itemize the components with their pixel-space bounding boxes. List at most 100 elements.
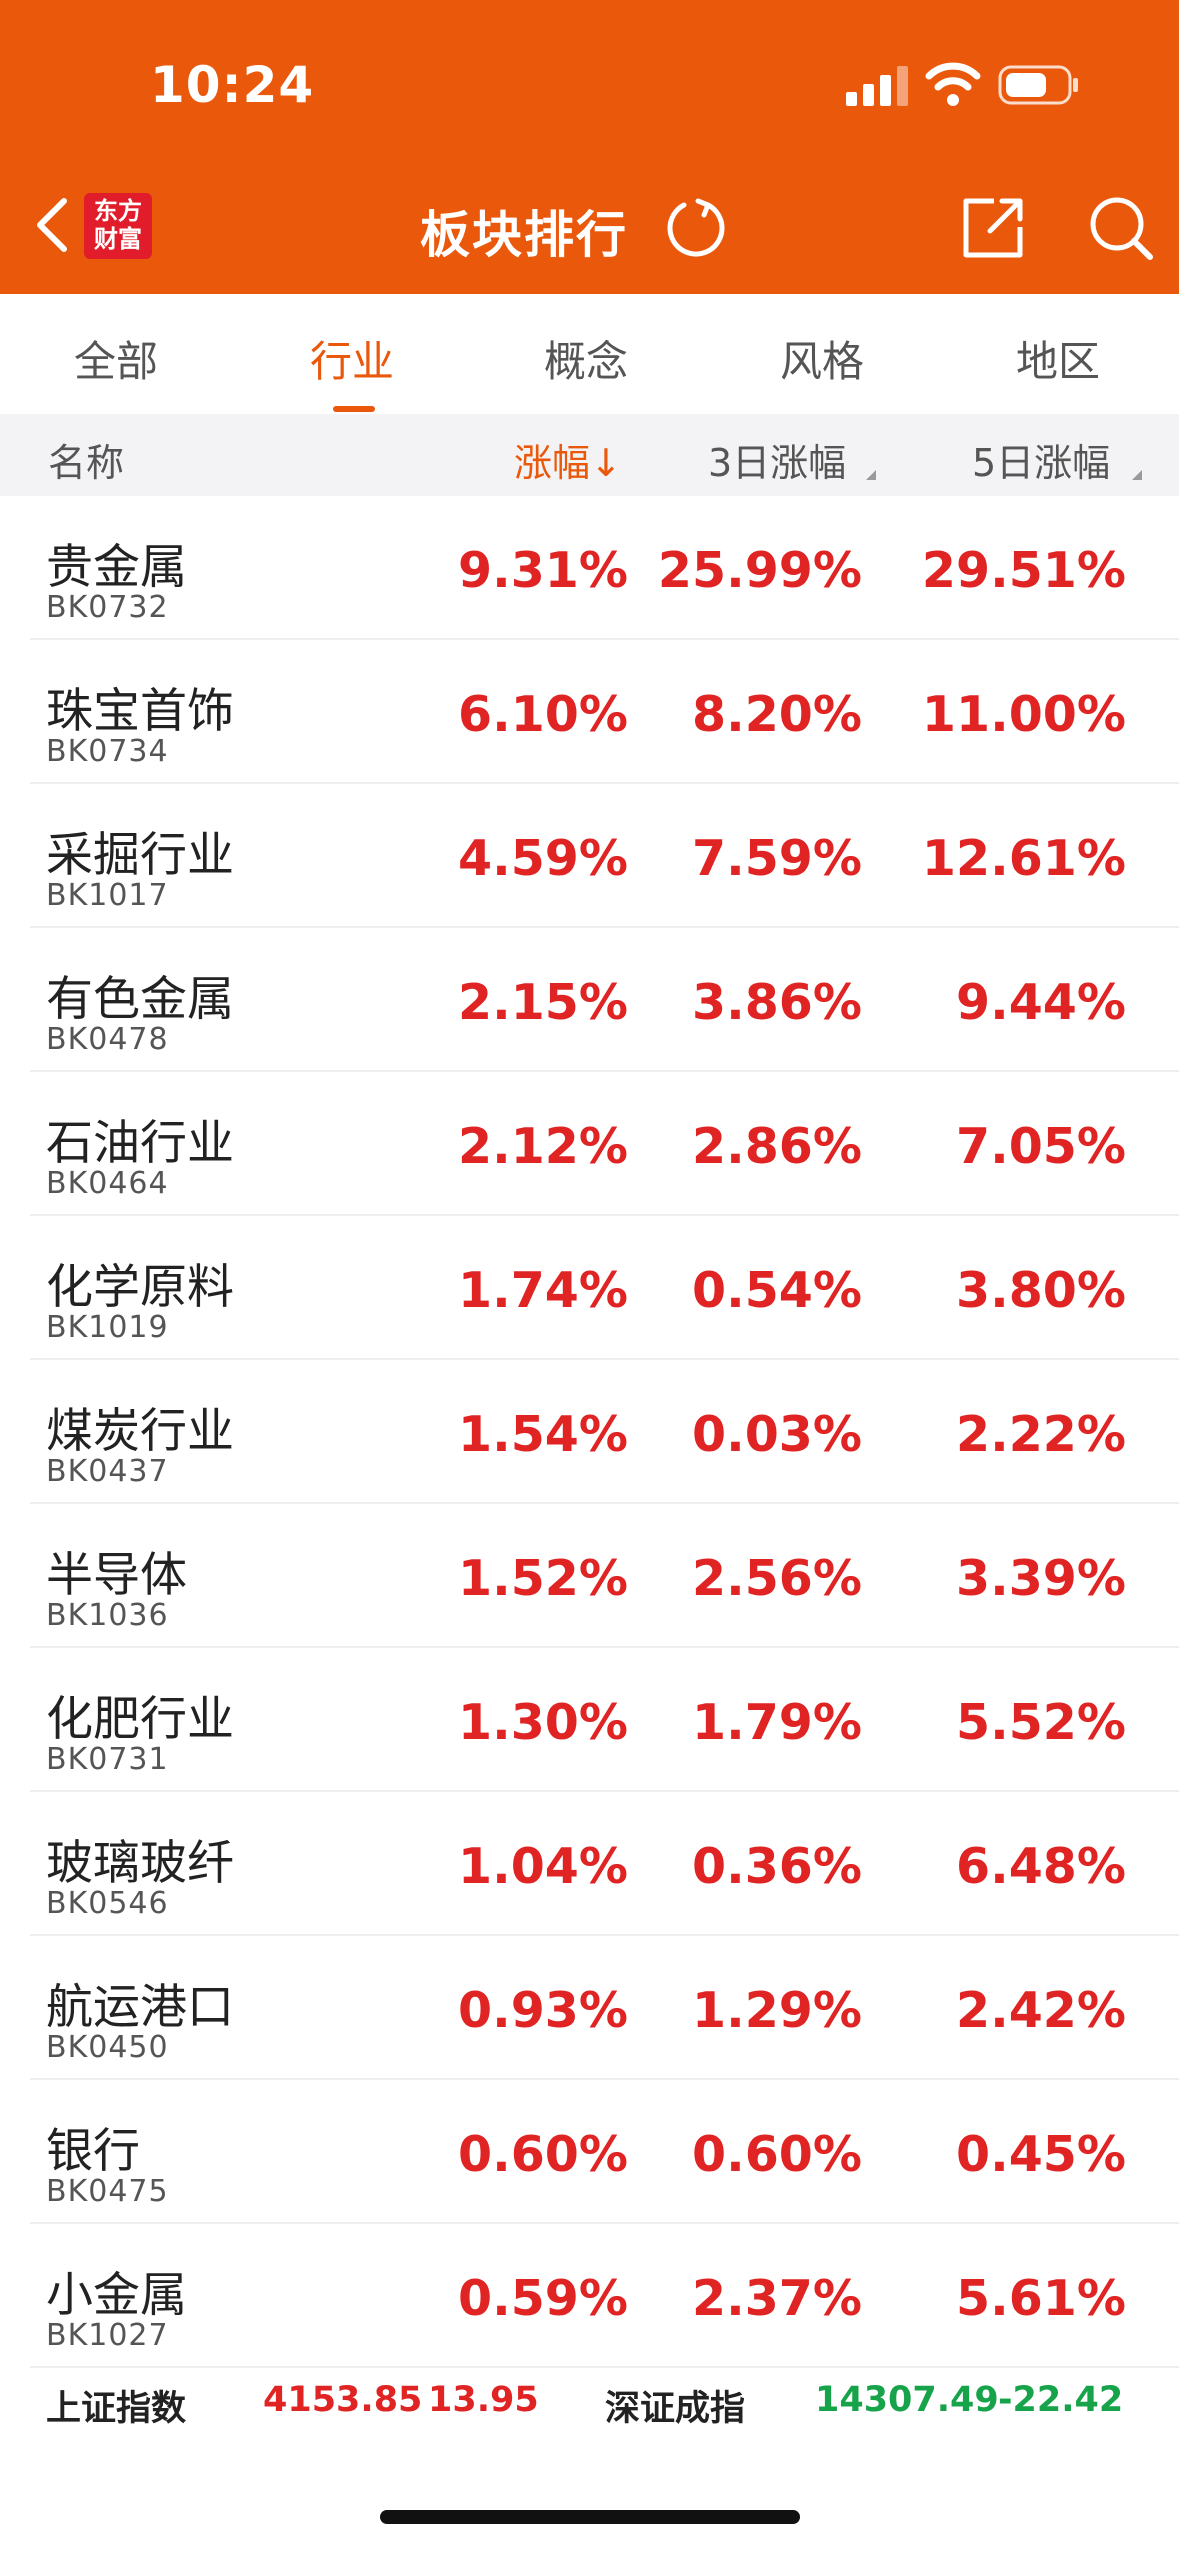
battery-icon bbox=[998, 65, 1078, 105]
sh-index-name: 上证指数 bbox=[46, 2389, 187, 2429]
column-change-3d[interactable]: 3日涨幅 bbox=[708, 432, 846, 487]
sector-code: BK0478 bbox=[46, 1022, 169, 1057]
change-value: 1.74% bbox=[458, 1262, 628, 1319]
change-3d-value: 0.54% bbox=[692, 1262, 862, 1319]
change-3d-value: 2.86% bbox=[692, 1118, 862, 1175]
change-5d-value: 29.51% bbox=[921, 542, 1126, 599]
list-item[interactable]: 银行 BK0475 0.60% 0.60% 0.45% bbox=[30, 2080, 1179, 2224]
category-tabs: 全部 行业 概念 风格 地区 bbox=[0, 294, 1179, 414]
list-item[interactable]: 化肥行业 BK0731 1.30% 1.79% 5.52% bbox=[30, 1648, 1179, 1792]
column-change-5d[interactable]: 5日涨幅 bbox=[972, 432, 1110, 487]
column-change[interactable]: 涨幅↓ bbox=[514, 432, 622, 487]
sector-name: 航运港口 bbox=[46, 1980, 234, 2035]
change-value: 0.59% bbox=[458, 2270, 628, 2327]
change-5d-value: 6.48% bbox=[956, 1838, 1126, 1895]
change-5d-value: 5.61% bbox=[956, 2270, 1126, 2327]
tab-industry[interactable]: 行业 bbox=[310, 328, 394, 389]
brand-logo-line2: 财富 bbox=[94, 225, 142, 253]
sector-name: 石油行业 bbox=[46, 1116, 234, 1171]
wifi-icon bbox=[925, 62, 981, 106]
change-3d-value: 25.99% bbox=[657, 542, 862, 599]
sector-name: 半导体 bbox=[46, 1548, 187, 1603]
sector-name: 化肥行业 bbox=[46, 1692, 234, 1747]
sector-name: 贵金属 bbox=[46, 540, 187, 595]
share-icon[interactable] bbox=[958, 193, 1028, 263]
change-value: 0.93% bbox=[458, 1982, 628, 2039]
index-ticker-bar[interactable]: 上证指数 4153.85 13.95 深证成指 14307.49 -22.42 bbox=[0, 2370, 1179, 2440]
change-3d-value: 0.36% bbox=[692, 1838, 862, 1895]
change-3d-value: 0.03% bbox=[692, 1406, 862, 1463]
change-5d-value: 2.22% bbox=[956, 1406, 1126, 1463]
sector-code: BK0546 bbox=[46, 1886, 169, 1921]
list-item[interactable]: 航运港口 BK0450 0.93% 1.29% 2.42% bbox=[30, 1936, 1179, 2080]
brand-logo[interactable]: 东方 财富 bbox=[84, 193, 152, 259]
list-item[interactable]: 玻璃玻纤 BK0546 1.04% 0.36% 6.48% bbox=[30, 1792, 1179, 1936]
refresh-icon[interactable] bbox=[664, 195, 728, 259]
app-header: 10:24 东方 财富 板块排行 bbox=[0, 0, 1179, 294]
list-item[interactable]: 珠宝首饰 BK0734 6.10% 8.20% 11.00% bbox=[30, 640, 1179, 784]
list-item[interactable]: 化学原料 BK1019 1.74% 0.54% 3.80% bbox=[30, 1216, 1179, 1360]
change-3d-value: 1.79% bbox=[692, 1694, 862, 1751]
sector-name: 化学原料 bbox=[46, 1260, 234, 1315]
search-icon[interactable] bbox=[1086, 193, 1156, 263]
tab-style[interactable]: 风格 bbox=[780, 328, 864, 389]
change-3d-value: 0.60% bbox=[692, 2126, 862, 2183]
sector-code: BK0450 bbox=[46, 2030, 169, 2065]
list-item[interactable]: 小金属 BK1027 0.59% 2.37% 5.61% bbox=[30, 2224, 1179, 2368]
sector-name: 采掘行业 bbox=[46, 828, 234, 883]
sz-index-name: 深证成指 bbox=[605, 2389, 746, 2429]
change-5d-value: 0.45% bbox=[956, 2126, 1126, 2183]
sector-code: BK0732 bbox=[46, 590, 169, 625]
sz-index-value: 14307.49 bbox=[815, 2380, 999, 2420]
back-arrow-icon[interactable] bbox=[28, 195, 78, 255]
sector-code: BK1017 bbox=[46, 878, 169, 913]
list-item[interactable]: 半导体 BK1036 1.52% 2.56% 3.39% bbox=[30, 1504, 1179, 1648]
change-3d-value: 7.59% bbox=[692, 830, 862, 887]
sector-code: BK1036 bbox=[46, 1598, 169, 1633]
sort-indicator-icon bbox=[866, 470, 876, 480]
sz-index-change: -22.42 bbox=[998, 2380, 1124, 2420]
tab-concept[interactable]: 概念 bbox=[544, 328, 628, 389]
signal-icon bbox=[846, 66, 908, 106]
change-5d-value: 3.80% bbox=[956, 1262, 1126, 1319]
sector-code: BK0464 bbox=[46, 1166, 169, 1201]
change-value: 4.59% bbox=[458, 830, 628, 887]
status-time: 10:24 bbox=[150, 56, 315, 114]
sector-name: 玻璃玻纤 bbox=[46, 1836, 234, 1891]
change-value: 1.54% bbox=[458, 1406, 628, 1463]
sector-code: BK1019 bbox=[46, 1310, 169, 1345]
list-item[interactable]: 煤炭行业 BK0437 1.54% 0.03% 2.22% bbox=[30, 1360, 1179, 1504]
sector-code: BK0437 bbox=[46, 1454, 169, 1489]
change-value: 0.60% bbox=[458, 2126, 628, 2183]
sector-name: 银行 bbox=[46, 2124, 140, 2179]
change-value: 2.15% bbox=[458, 974, 628, 1031]
change-value: 1.04% bbox=[458, 1838, 628, 1895]
change-3d-value: 1.29% bbox=[692, 1982, 862, 2039]
tab-region[interactable]: 地区 bbox=[1016, 328, 1100, 389]
sector-name: 有色金属 bbox=[46, 972, 234, 1027]
brand-logo-line1: 东方 bbox=[94, 197, 142, 225]
tab-all[interactable]: 全部 bbox=[74, 328, 158, 389]
change-5d-value: 9.44% bbox=[956, 974, 1126, 1031]
sector-code: BK0731 bbox=[46, 1742, 169, 1777]
change-3d-value: 8.20% bbox=[692, 686, 862, 743]
change-3d-value: 2.56% bbox=[692, 1550, 862, 1607]
home-indicator bbox=[380, 2510, 800, 2524]
change-5d-value: 3.39% bbox=[956, 1550, 1126, 1607]
change-value: 9.31% bbox=[458, 542, 628, 599]
column-change-label: 涨幅 bbox=[514, 441, 591, 485]
list-item[interactable]: 采掘行业 BK1017 4.59% 7.59% 12.61% bbox=[30, 784, 1179, 928]
sort-indicator-icon bbox=[1132, 470, 1142, 480]
sector-name: 小金属 bbox=[46, 2268, 187, 2323]
list-item[interactable]: 石油行业 BK0464 2.12% 2.86% 7.05% bbox=[30, 1072, 1179, 1216]
sector-name: 珠宝首饰 bbox=[46, 684, 234, 739]
column-name: 名称 bbox=[48, 441, 125, 485]
change-value: 1.52% bbox=[458, 1550, 628, 1607]
change-5d-value: 11.00% bbox=[921, 686, 1126, 743]
page-title: 板块排行 bbox=[420, 206, 628, 264]
list-item[interactable]: 贵金属 BK0732 9.31% 25.99% 29.51% bbox=[30, 496, 1179, 640]
list-item[interactable]: 有色金属 BK0478 2.15% 3.86% 9.44% bbox=[30, 928, 1179, 1072]
change-5d-value: 5.52% bbox=[956, 1694, 1126, 1751]
sh-index-change: 13.95 bbox=[428, 2380, 539, 2420]
column-header: 名称 涨幅↓ 3日涨幅 5日涨幅 bbox=[0, 414, 1179, 496]
